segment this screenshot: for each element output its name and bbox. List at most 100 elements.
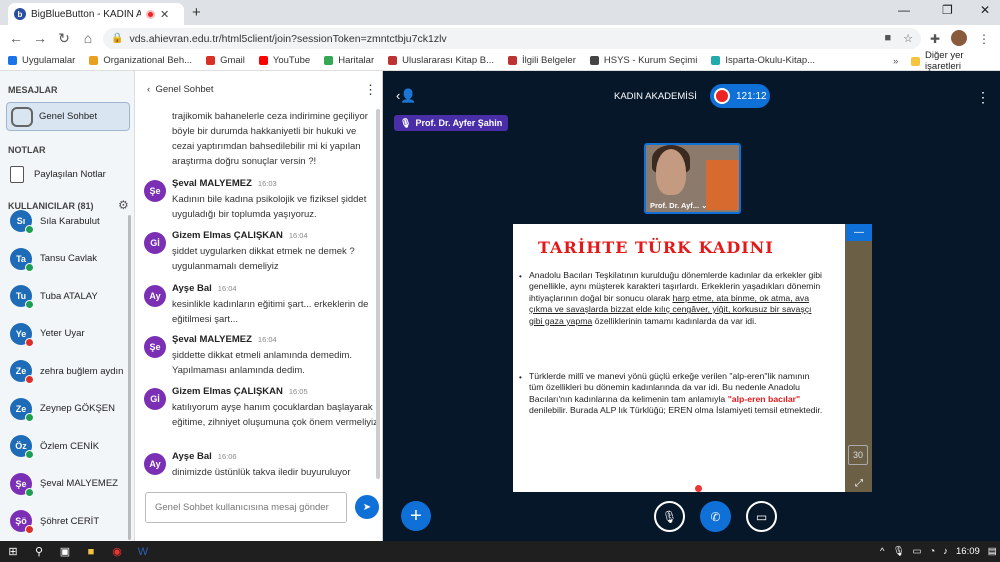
bookmark-item[interactable]: Uygulamalar bbox=[8, 55, 75, 66]
profile-avatar[interactable] bbox=[951, 30, 967, 46]
chat-scrollbar[interactable] bbox=[376, 109, 380, 479]
chat-header[interactable]: ‹ Genel Sohbet bbox=[147, 84, 214, 95]
volume-icon[interactable]: ♪ bbox=[943, 546, 948, 557]
user-list-scrollbar[interactable] bbox=[128, 215, 131, 540]
user-name: Tuba ATALAY bbox=[40, 290, 98, 302]
fullscreen-icon[interactable]: ⤢ bbox=[855, 478, 863, 489]
word-icon[interactable]: W bbox=[130, 541, 156, 562]
bookmark-icon bbox=[388, 56, 398, 65]
extensions-icon[interactable]: ✚ bbox=[930, 32, 940, 46]
user-list-toggle-icon[interactable]: ‹👤 bbox=[396, 88, 417, 104]
browser-tab[interactable]: b BigBlueButton - KADIN AKAD ✕ bbox=[8, 3, 184, 25]
webcam-face bbox=[656, 149, 686, 195]
messages-heading: MESAJLAR bbox=[8, 85, 58, 95]
other-bookmarks[interactable]: » Diğer yer işaretleri bbox=[893, 50, 1000, 72]
close-tab-icon[interactable]: ✕ bbox=[160, 8, 169, 21]
mute-microphone-button[interactable]: 🎙 bbox=[654, 501, 685, 532]
windows-taskbar: ⊞ ⚲ ▣ ■ ◉ W bbox=[0, 541, 1000, 562]
bookmark-icon bbox=[206, 56, 216, 65]
bookmark-item[interactable]: Organizational Beh... bbox=[89, 55, 192, 66]
slide-page-number[interactable]: 30 bbox=[848, 445, 868, 465]
minimize-presentation-button[interactable]: — bbox=[846, 224, 872, 241]
bookmark-star-icon[interactable]: ☆ bbox=[903, 32, 913, 45]
public-chat-button[interactable]: Genel Sohbet bbox=[6, 102, 130, 131]
bookmark-item[interactable]: YouTube bbox=[258, 55, 310, 66]
maximize-window-button[interactable]: ❐ bbox=[942, 3, 953, 17]
chrome-menu-icon[interactable]: ⋮ bbox=[978, 32, 990, 46]
chat-timestamp: 16:04 bbox=[288, 231, 308, 240]
chat-input-placeholder: Genel Sohbet kullanıcısına mesaj gönder bbox=[155, 502, 329, 513]
user-list-item[interactable]: Tu Tuba ATALAY bbox=[10, 285, 98, 309]
url-text: vds.ahievran.edu.tr/html5client/join?ses… bbox=[129, 32, 447, 45]
user-list-item[interactable]: Ta Tansu Cavlak bbox=[10, 247, 97, 272]
user-avatar: Şe bbox=[10, 472, 34, 497]
task-view-icon[interactable]: ▣ bbox=[52, 541, 78, 562]
user-list-item[interactable]: Öz Özlem CENİK bbox=[10, 435, 99, 459]
tray-chevron-icon[interactable]: ^ bbox=[880, 546, 884, 557]
webcam-background bbox=[706, 160, 739, 210]
bookmark-icon bbox=[508, 56, 517, 65]
user-initials: Sı bbox=[16, 216, 26, 226]
share-webcam-button[interactable]: ▭ bbox=[746, 501, 777, 532]
actions-plus-button[interactable]: + bbox=[401, 501, 431, 531]
user-list-item[interactable]: Şe Şeval MALYEMEZ bbox=[10, 472, 118, 497]
minimize-window-button[interactable]: — bbox=[898, 3, 910, 17]
chat-message-text: Kadının bile kadına psikolojik ve fiziks… bbox=[172, 194, 367, 220]
bookmark-item[interactable]: İlgili Belgeler bbox=[508, 55, 576, 66]
options-menu-icon[interactable]: ⋮ bbox=[976, 89, 990, 106]
send-message-button[interactable]: ➤ bbox=[355, 495, 379, 519]
chat-title: Genel Sohbet bbox=[155, 84, 214, 95]
bookmark-label: Isparta-Okulu-Kitap... bbox=[725, 55, 816, 66]
bookmark-item[interactable]: Uluslararası Kitap B... bbox=[388, 55, 494, 66]
user-list-item[interactable]: Ye Yeter Uyar bbox=[10, 322, 85, 347]
slide-text: özelliklerinin tamamı kadınlarda da var … bbox=[592, 315, 757, 326]
camera-icon[interactable]: ■ bbox=[884, 32, 891, 45]
home-button[interactable]: ⌂ bbox=[76, 30, 100, 46]
taskbar-clock[interactable]: 16:09 bbox=[956, 546, 980, 557]
search-icon[interactable]: ⚲ bbox=[26, 541, 52, 562]
network-icon[interactable]: ◔ bbox=[930, 546, 936, 557]
user-list-item[interactable]: Sı Sıla Karabulut bbox=[10, 210, 100, 234]
user-list-item[interactable]: Ze zehra buğlem aydın bbox=[10, 360, 123, 384]
forward-button[interactable]: → bbox=[28, 30, 52, 46]
webcam-user-name: Prof. Dr. Ayf... bbox=[650, 201, 700, 210]
users-settings-gear-icon[interactable]: ⚙ bbox=[118, 198, 129, 212]
presenter-name: Prof. Dr. Ayfer Şahin bbox=[415, 118, 503, 128]
close-window-button[interactable]: ✕ bbox=[980, 3, 990, 17]
address-bar[interactable]: 🔒 vds.ahievran.edu.tr/html5client/join?s… bbox=[103, 28, 921, 49]
user-status-icon bbox=[25, 525, 34, 534]
meeting-title: KADIN AKADEMİSİ bbox=[614, 91, 697, 102]
bookmark-icon bbox=[258, 56, 268, 65]
chat-sender: Şeval MALYEMEZ 16:03 bbox=[172, 178, 277, 189]
more-bookmarks-icon[interactable]: » bbox=[893, 56, 898, 67]
chat-sender: Ayşe Bal 16:06 bbox=[172, 451, 237, 462]
chat-sender-name: Gizem Elmas ÇALIŞKAN bbox=[172, 386, 283, 397]
chat-message-input[interactable]: Genel Sohbet kullanıcısına mesaj gönder bbox=[145, 492, 347, 523]
leave-audio-button[interactable]: ✆ bbox=[700, 501, 731, 532]
bookmark-item[interactable]: Haritalar bbox=[324, 55, 374, 66]
user-list-item[interactable]: Ze Zeynep GÖKŞEN bbox=[10, 397, 115, 422]
chrome-icon[interactable]: ◉ bbox=[104, 541, 130, 562]
shared-notes-button[interactable]: Paylaşılan Notlar bbox=[10, 166, 106, 183]
bookmark-item[interactable]: HSYS - Kurum Seçimi bbox=[589, 55, 697, 66]
user-status-icon bbox=[25, 300, 34, 309]
chat-sender-name: Gizem Elmas ÇALIŞKAN bbox=[172, 230, 283, 241]
recording-indicator[interactable]: 121:12 bbox=[710, 84, 770, 108]
chat-message-text: şiddet uygularken dikkat etmek ne demek … bbox=[172, 246, 355, 272]
battery-icon[interactable]: ▭ bbox=[913, 546, 922, 557]
back-button[interactable]: ← bbox=[4, 30, 28, 46]
new-tab-button[interactable]: + bbox=[192, 4, 201, 21]
reload-button[interactable]: ↻ bbox=[52, 30, 76, 47]
bookmark-item[interactable]: Isparta-Okulu-Kitap... bbox=[711, 55, 815, 66]
windows-start-icon[interactable]: ⊞ bbox=[0, 541, 26, 562]
chat-avatar: Ay bbox=[144, 453, 166, 475]
user-status-icon bbox=[25, 412, 34, 422]
bookmark-item[interactable]: Gmail bbox=[206, 55, 245, 66]
notifications-icon[interactable]: ▤ bbox=[988, 546, 997, 557]
webcam-video[interactable]: Prof. Dr. Ayf... ⌄ bbox=[644, 143, 741, 214]
file-explorer-icon[interactable]: ■ bbox=[78, 541, 104, 562]
user-list-item[interactable]: Şö Şöhret CERİT bbox=[10, 510, 99, 534]
microphone-tray-icon[interactable]: 🎙 bbox=[892, 546, 904, 557]
user-status-icon bbox=[25, 375, 34, 384]
chat-options-icon[interactable]: ⋮ bbox=[364, 82, 377, 98]
